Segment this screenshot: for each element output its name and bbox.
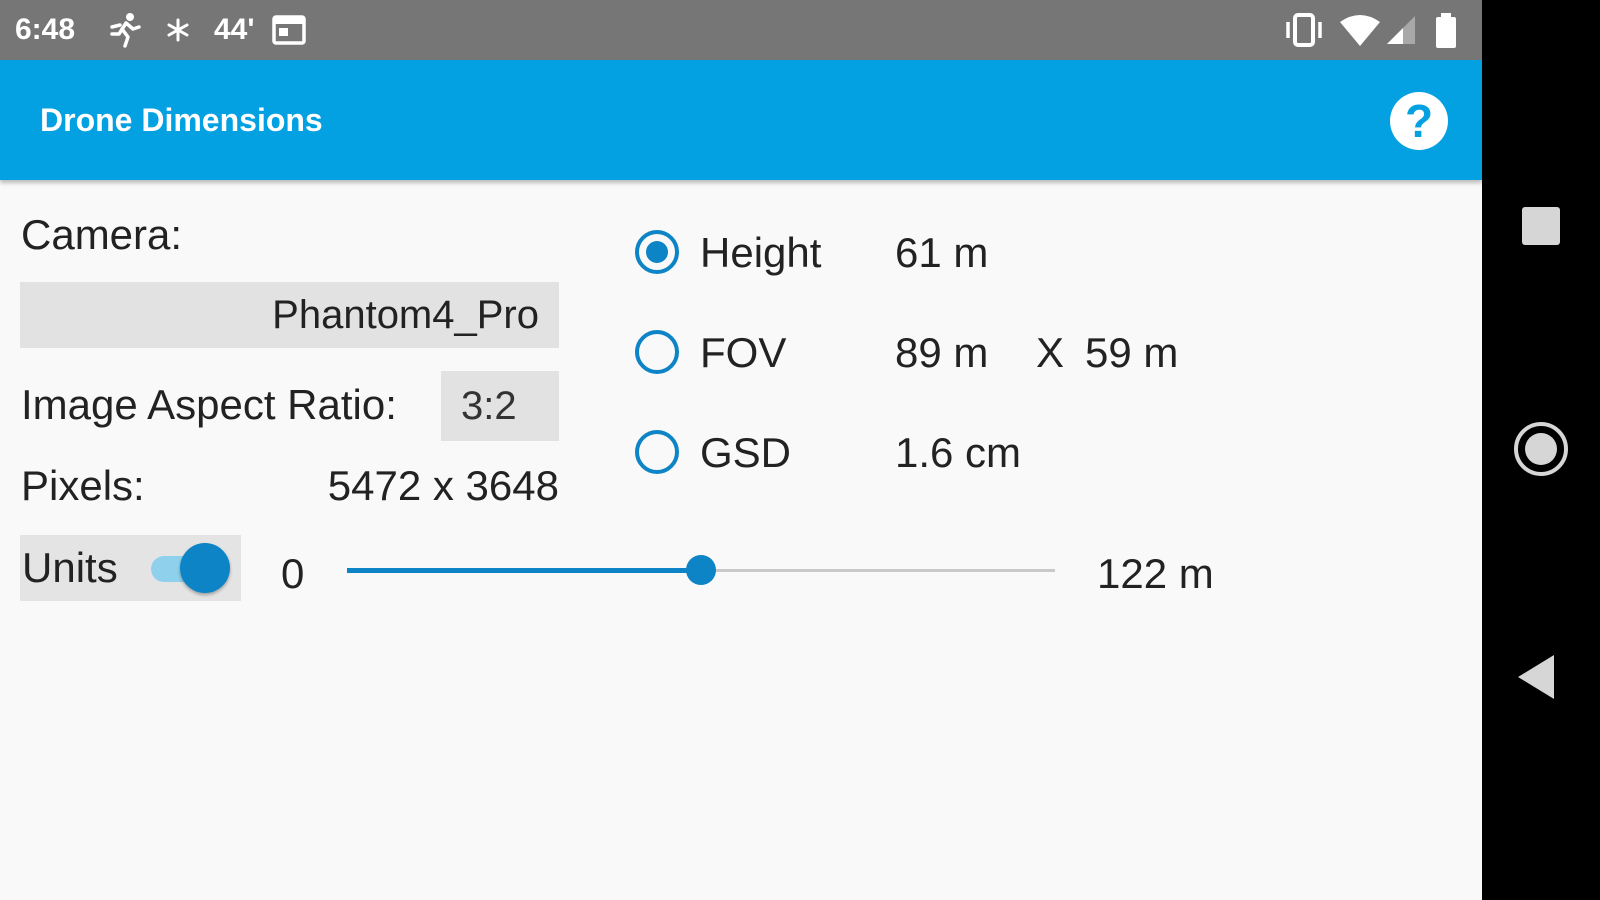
home-icon-inner [1525, 433, 1557, 465]
status-temperature: 44' [214, 13, 255, 46]
status-bar: 6:48 44' [0, 0, 1482, 60]
radio-height-dot [646, 241, 668, 263]
option-fov-label: FOV [700, 329, 787, 376]
navigation-bar [1482, 0, 1600, 900]
aspect-ratio-label: Image Aspect Ratio: [21, 381, 397, 428]
option-gsd-value: 1.6 cm [895, 429, 1022, 476]
option-height-value: 61 m [895, 229, 989, 276]
pixels-value: 5472 x 3648 [327, 462, 559, 509]
radio-gsd[interactable] [635, 430, 679, 474]
slider-max-label: 122 m [1097, 550, 1214, 597]
option-height-label: Height [700, 229, 822, 276]
app-screen: 6:48 44' Drone Dimensions ? Camera: Phan… [0, 0, 1482, 900]
slider-fill [347, 568, 701, 573]
units-label: Units [22, 544, 118, 591]
units-toggle[interactable]: Units [20, 535, 241, 601]
camera-label: Camera: [21, 211, 183, 258]
option-fov-separator: X [1036, 329, 1065, 376]
back-icon[interactable] [1518, 655, 1554, 699]
running-icon [106, 12, 142, 53]
signal-icon [1385, 14, 1417, 51]
camera-select[interactable]: Phantom4_Pro [20, 282, 559, 348]
aspect-ratio-select[interactable]: 3:2 [441, 371, 559, 441]
status-time: 6:48 [15, 13, 76, 46]
slider-thumb[interactable] [686, 555, 716, 585]
pixels-label: Pixels: [21, 462, 145, 509]
slider-min-label: 0 [281, 550, 305, 597]
units-switch-thumb[interactable] [180, 543, 230, 593]
snowflake-icon [166, 18, 190, 47]
option-fov-height: 59 m [1085, 329, 1179, 376]
home-icon[interactable] [1514, 422, 1568, 476]
vibrate-icon [1283, 13, 1325, 52]
calendar-icon [272, 15, 306, 50]
wifi-icon [1340, 14, 1380, 51]
radio-fov[interactable] [635, 330, 679, 374]
recents-icon[interactable] [1522, 207, 1560, 245]
radio-height[interactable] [635, 230, 679, 274]
option-gsd-label: GSD [700, 429, 792, 476]
help-button[interactable]: ? [1390, 92, 1448, 150]
app-bar: Drone Dimensions [0, 60, 1482, 180]
battery-icon [1435, 13, 1457, 54]
height-slider[interactable] [347, 555, 1055, 585]
help-icon: ? [1404, 95, 1434, 147]
option-fov-width: 89 m [895, 329, 989, 376]
app-title: Drone Dimensions [40, 102, 323, 138]
